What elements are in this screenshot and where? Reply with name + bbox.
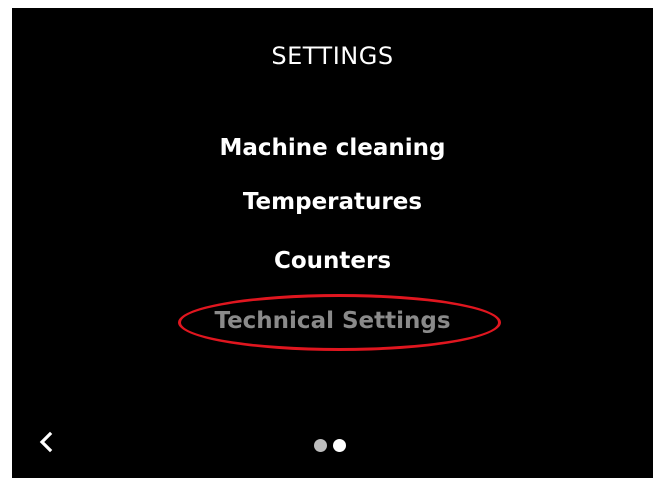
page-dot-2[interactable] — [333, 439, 346, 452]
menu-item-machine-cleaning[interactable]: Machine cleaning — [12, 135, 653, 161]
menu-item-technical-settings[interactable]: Technical Settings — [12, 308, 653, 334]
menu-item-counters[interactable]: Counters — [12, 248, 653, 274]
chevron-left-icon — [34, 428, 64, 458]
menu-item-temperatures[interactable]: Temperatures — [12, 189, 653, 215]
back-button[interactable] — [34, 428, 64, 458]
page-indicator — [314, 439, 346, 453]
page-title: SETTINGS — [271, 42, 394, 70]
settings-screen: SETTINGS Machine cleaning Temperatures C… — [12, 8, 653, 478]
page-dot-1[interactable] — [314, 439, 327, 452]
